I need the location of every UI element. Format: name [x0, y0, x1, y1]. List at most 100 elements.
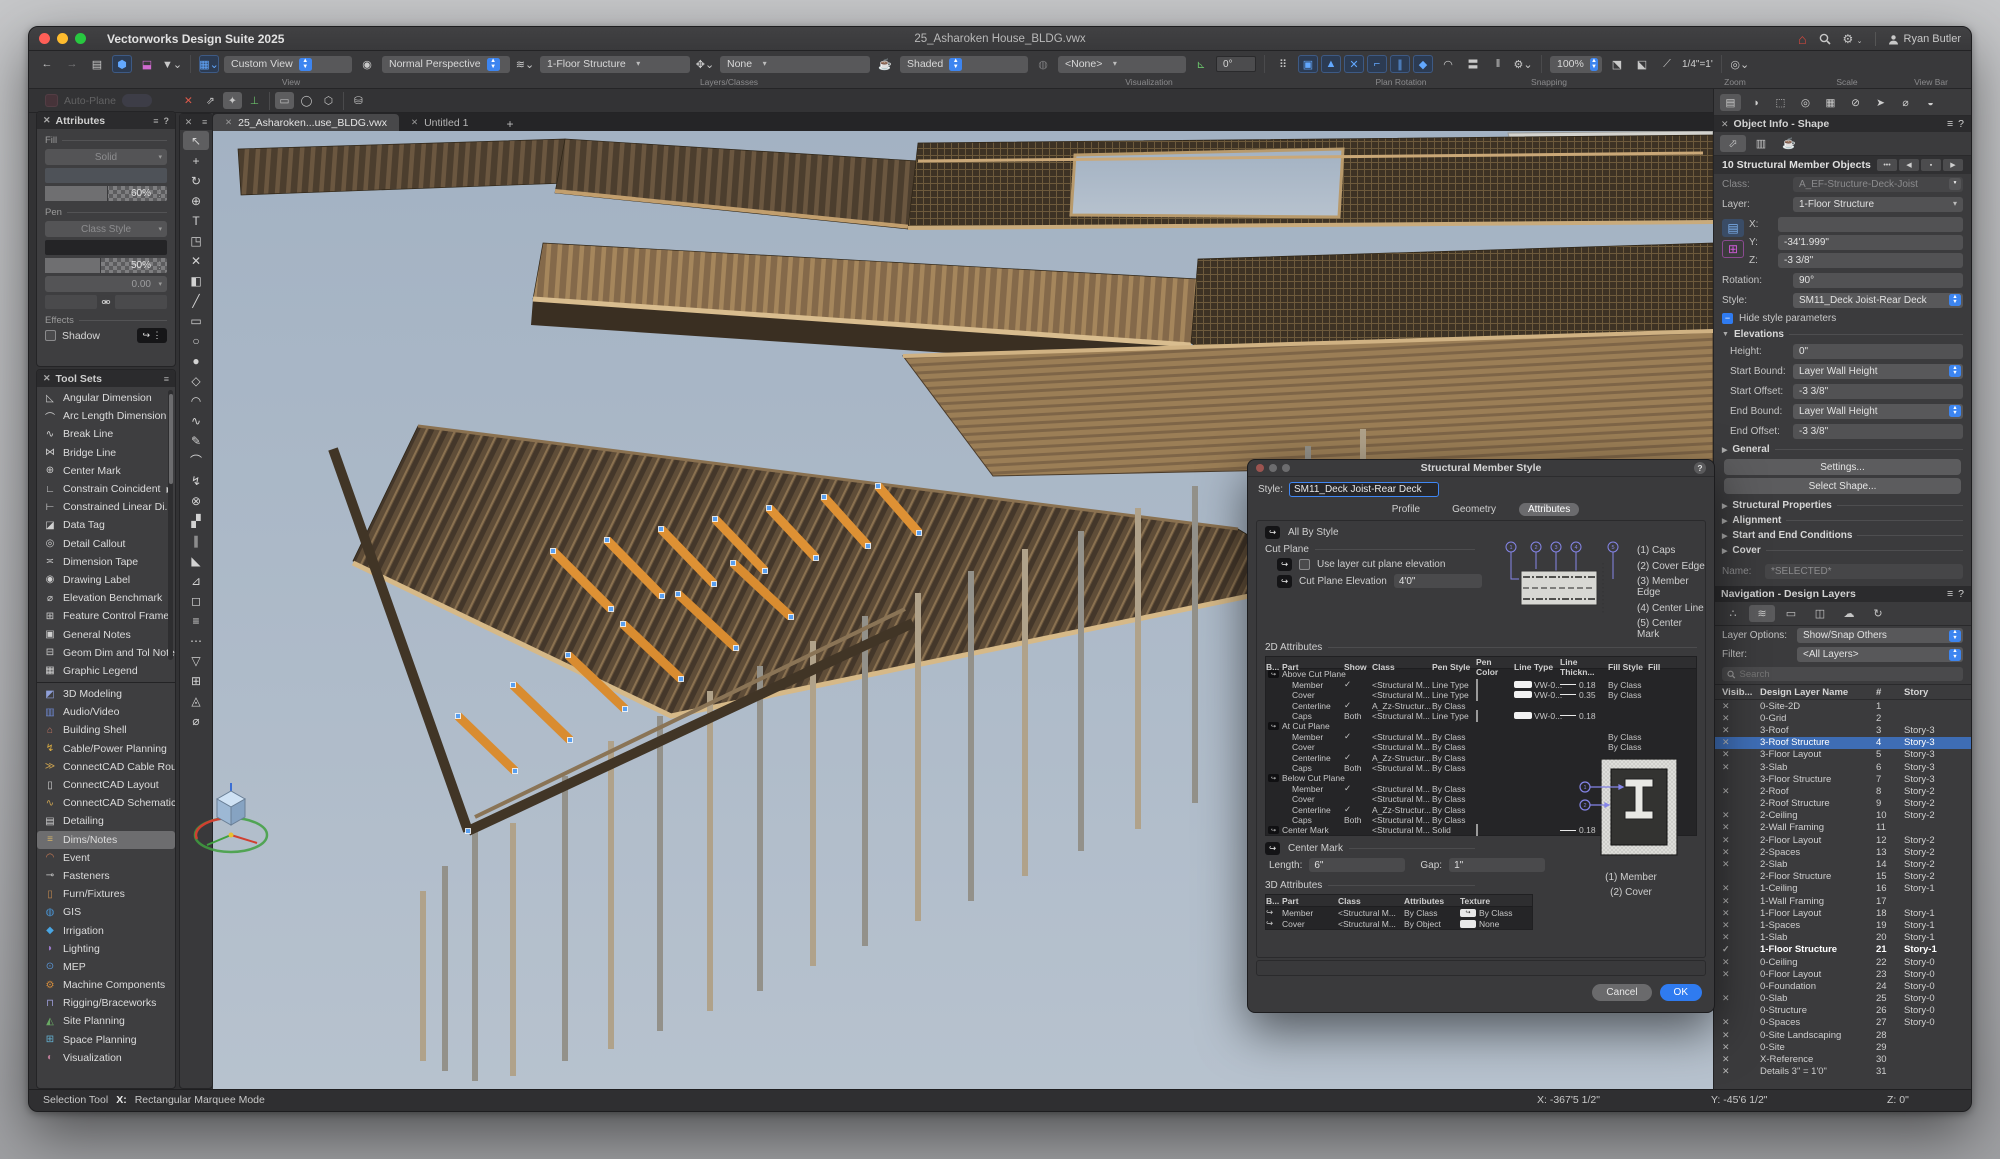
design-layer-row[interactable]: ✕X-Reference30 — [1714, 1053, 1971, 1065]
interactive-scaling-icon[interactable]: ⇗ — [201, 92, 220, 109]
pen-color-swatch[interactable] — [1476, 710, 1478, 722]
link-icon[interactable]: ⚮ — [101, 296, 110, 309]
design-layer-row[interactable]: ✕1-Spaces19Story-1 — [1714, 919, 1971, 931]
column-header[interactable]: Class — [1372, 662, 1432, 672]
attributes-2d-row[interactable]: Cover<Structural M...Line TypeVW-0...0.3… — [1266, 690, 1696, 700]
center-mark-length-field[interactable]: 6" — [1309, 858, 1405, 872]
category-furn-fixtures[interactable]: ▯Furn/Fixtures — [37, 885, 175, 903]
general-section[interactable]: ▶General — [1714, 441, 1971, 456]
layer-scale-value[interactable]: 1/4"=1' — [1682, 59, 1713, 70]
position-mode-icon[interactable]: ▤ — [1722, 219, 1744, 237]
layer-visibility-icon[interactable]: ✕ — [1722, 762, 1760, 773]
pause-snapping-icon[interactable]: ‖ — [1488, 55, 1508, 73]
pen-color-swatch[interactable] — [1476, 824, 1478, 836]
column-header[interactable]: Attributes — [1404, 896, 1460, 906]
elevations-section[interactable]: ▼Elevations — [1714, 326, 1971, 341]
triangle-tool-icon[interactable]: ▽ — [183, 651, 209, 670]
attributes-2d-row[interactable]: Member✓<Structural M...By ClassBy Class — [1266, 731, 1696, 741]
line-type-swatch[interactable] — [1514, 681, 1532, 688]
layer-visibility-icon[interactable]: ✕ — [1722, 896, 1760, 907]
cube-icon[interactable]: ⬚ — [1770, 94, 1791, 111]
rotation-field[interactable]: 90° — [1793, 273, 1963, 288]
category-building-shell[interactable]: ⌂Building Shell — [37, 721, 175, 739]
layer-visibility-icon[interactable]: ✕ — [1722, 993, 1760, 1004]
general-notes-tool[interactable]: ▣General Notes — [37, 625, 175, 643]
hide-style-checkbox[interactable]: − — [1722, 313, 1733, 324]
lightning-tool-icon[interactable]: ↯ — [183, 471, 209, 490]
section-view-icon[interactable]: ◒ — [1920, 94, 1941, 111]
by-style-icon[interactable]: ↪ — [1268, 670, 1279, 678]
fill-color-swatch[interactable] — [45, 168, 167, 183]
category-3d-modeling[interactable]: ◩3D Modeling — [37, 685, 175, 703]
forward-icon[interactable]: → — [62, 55, 82, 73]
category-mep[interactable]: ⊙MEP — [37, 958, 175, 976]
marquee-lasso-icon[interactable]: ◯ — [297, 92, 316, 109]
fit-to-objects-icon[interactable]: ⬕ — [1632, 55, 1652, 73]
clip-tool-icon[interactable]: ⊗ — [183, 491, 209, 510]
snap-angle-icon[interactable]: ▲ — [1321, 55, 1341, 73]
render-style-dropdown[interactable]: <None>▾ — [1058, 56, 1186, 73]
layer-search[interactable] — [1722, 667, 1963, 681]
gear-icon[interactable]: ⚙ ⌄ — [1843, 32, 1863, 46]
render-mode-dropdown[interactable]: Shaded▲▼ — [900, 56, 1028, 73]
render-teapot-icon[interactable]: ☕ — [875, 55, 895, 73]
snapping-settings-icon[interactable]: ⚙⌄ — [1513, 55, 1533, 73]
corner-tool-icon[interactable]: ◣ — [183, 551, 209, 570]
snap-grid-icon[interactable]: ▣ — [1298, 55, 1318, 73]
pen-tool-icon[interactable]: ✎ — [183, 431, 209, 450]
more-tool-icon[interactable]: ⋯ — [183, 631, 209, 650]
line-type-swatch[interactable] — [1514, 712, 1532, 719]
design-layer-row[interactable]: 2-Roof Structure9Story-2 — [1714, 798, 1971, 810]
line-tool-icon[interactable]: ╱ — [183, 291, 209, 310]
grid-tool-icon[interactable]: ⊞ — [183, 671, 209, 690]
design-layer-row[interactable]: ✕3-Slab6Story-3 — [1714, 761, 1971, 773]
marquee-rect-icon[interactable]: ▭ — [275, 92, 294, 109]
attributes-2d-row[interactable]: Centerline✓A_Zz-Structur...By Class — [1266, 700, 1696, 710]
category-machine-components[interactable]: ⚙Machine Components — [37, 976, 175, 994]
pen-opacity-slider[interactable]: 50% ⋮ — [45, 258, 167, 273]
close-icon[interactable]: ✕ — [43, 373, 51, 384]
layer-visibility-icon[interactable]: ✕ — [1722, 859, 1760, 870]
zoom-tool-icon[interactable]: ⊕ — [183, 191, 209, 210]
menu-icon[interactable]: ≡ — [153, 116, 158, 126]
layer-visibility-icon[interactable]: ✕ — [1722, 957, 1760, 968]
no-render-icon[interactable]: ⊘ — [1845, 94, 1866, 111]
stack-tool-icon[interactable]: ≡ — [183, 611, 209, 630]
column-header[interactable]: Line Thickn... — [1560, 657, 1608, 677]
nav-tab-viewports[interactable]: ◫ — [1807, 605, 1833, 622]
start-offset-field[interactable]: -3 3/8" — [1793, 384, 1963, 399]
texture-swatch[interactable]: ↪ — [1460, 909, 1476, 917]
design-layer-row[interactable]: ✕2-Floor Layout12Story-2 — [1714, 834, 1971, 846]
viewport-styles-icon[interactable]: ▤ — [1720, 94, 1741, 111]
dimension-tape-tool[interactable]: ≍Dimension Tape — [37, 553, 175, 571]
column-header[interactable]: Texture — [1460, 896, 1534, 906]
center-mark-tool[interactable]: ⊕Center Mark — [37, 462, 175, 480]
nav-tab-design-layers[interactable]: ≋ — [1749, 605, 1775, 622]
category-connectcad-cable-route[interactable]: ≫ConnectCAD Cable Route — [37, 758, 175, 776]
section-structural-properties[interactable]: ▶Structural Properties — [1714, 497, 1971, 512]
delete-tool-icon[interactable]: ✕ — [183, 251, 209, 270]
line-type-swatch[interactable] — [1514, 691, 1532, 698]
layer-visibility-icon[interactable]: ✕ — [1722, 932, 1760, 943]
column-header[interactable]: Class — [1338, 896, 1404, 906]
pen-color-swatch[interactable] — [45, 240, 167, 255]
diameter-tool-icon[interactable]: ⌀ — [183, 711, 209, 730]
by-style-icon[interactable]: ↪ — [1268, 722, 1279, 730]
line-type-dropdown[interactable] — [45, 295, 97, 309]
end-offset-field[interactable]: -3 3/8" — [1793, 424, 1963, 439]
column-header[interactable]: B... — [1266, 896, 1282, 906]
attributes-3d-row[interactable]: ↪Cover<Structural M...By ObjectNone — [1266, 918, 1532, 929]
layer-visibility-icon[interactable]: ✕ — [1722, 969, 1760, 980]
dialog-close-button[interactable] — [1256, 464, 1264, 472]
design-layer-row[interactable]: ✕2-Slab14Story-2 — [1714, 858, 1971, 870]
menu-icon[interactable]: ≡ — [1947, 118, 1953, 130]
view-compass[interactable] — [187, 769, 279, 865]
saved-views-icon[interactable]: ▼⌄ — [162, 55, 182, 73]
category-rigging-braceworks[interactable]: ⊓Rigging/Braceworks — [37, 994, 175, 1012]
design-layer-row[interactable]: ✕0-Grid2 — [1714, 712, 1971, 724]
fill-style-dropdown[interactable]: Solid▾ — [45, 149, 167, 165]
point-tool-icon[interactable]: ● — [183, 351, 209, 370]
viewbar-options-icon[interactable]: ◎⌄ — [1730, 55, 1750, 73]
snap-grid-toggle-icon[interactable]: ⠿ — [1273, 55, 1293, 73]
drawing-label-tool[interactable]: ◉Drawing Label — [37, 571, 175, 589]
